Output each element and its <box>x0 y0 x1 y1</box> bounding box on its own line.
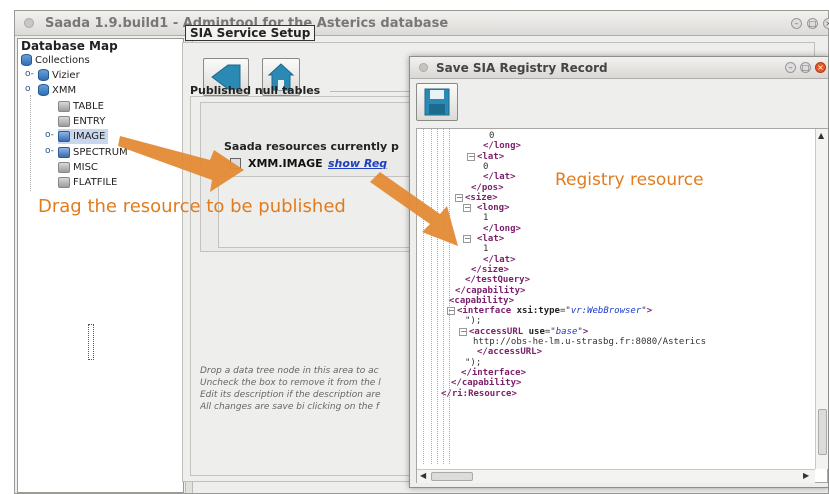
save-registry-dialog: Save SIA Registry Record – □ × 0 </long> <… <box>409 56 829 488</box>
tree-item-label: Collections <box>35 55 90 66</box>
tree-guide-line <box>449 129 450 464</box>
table-icon <box>58 115 70 127</box>
scroll-up-icon[interactable]: ▲ <box>818 131 824 140</box>
tree-item-entry[interactable]: ENTRY <box>58 114 105 129</box>
xml-line: </accessURL> <box>477 347 543 358</box>
scroll-right-icon[interactable]: ▶ <box>803 471 809 480</box>
expand-toggle-icon[interactable]: o- <box>45 130 54 140</box>
xml-line: </ri:Resource> <box>441 388 517 399</box>
tree-item-flatfile[interactable]: FLATFILE <box>58 175 117 190</box>
resources-label: Saada resources currently p <box>224 140 399 153</box>
tree-item-label: FLATFILE <box>73 177 118 188</box>
scroll-thumb[interactable] <box>431 472 473 481</box>
vertical-scrollbar[interactable]: ▲ <box>815 129 828 469</box>
expand-toggle-icon[interactable]: o- <box>25 69 34 79</box>
publish-checkbox[interactable] <box>230 158 241 169</box>
collapse-toggle-icon[interactable]: − <box>455 193 463 202</box>
tree-item-label: ENTRY <box>73 116 106 127</box>
tree-item-label: IMAGE <box>73 131 106 142</box>
scroll-left-icon[interactable]: ◀ <box>420 471 426 480</box>
close-icon[interactable]: × <box>815 62 826 73</box>
title-bar[interactable]: Saada 1.9.build1 - Admintool for the Ast… <box>15 11 829 36</box>
database-map-header: Database Map <box>21 39 118 53</box>
help-line: Edit its description if the description … <box>200 390 381 400</box>
collapse-toggle-icon[interactable]: o <box>25 84 31 94</box>
screen: { "window":{"title":"Saada 1.9.build1 - … <box>0 0 829 494</box>
tab-sia-service-setup[interactable]: SIA Service Setup <box>185 25 316 41</box>
maximize-icon[interactable]: □ <box>800 62 811 73</box>
annotation-registry-resource: Registry resource <box>555 170 704 190</box>
tree-guide-line <box>437 129 438 464</box>
floppy-disk-icon <box>424 88 450 116</box>
collapse-toggle-icon[interactable]: − <box>467 152 475 161</box>
tree-item-label: SPECTRUM <box>73 147 128 158</box>
maximize-icon[interactable]: □ <box>807 18 818 29</box>
minimize-icon[interactable]: – <box>785 62 796 73</box>
tree-guide-line <box>431 129 432 464</box>
drag-handle[interactable] <box>88 324 94 360</box>
close-icon[interactable]: × <box>823 18 829 29</box>
database-icon <box>38 69 49 81</box>
tree-item-label: XMM <box>52 85 77 96</box>
help-line: Drop a data tree node in this area to ac <box>200 366 379 376</box>
dialog-title-bar[interactable]: Save SIA Registry Record – □ × <box>410 57 828 79</box>
resource-name: XMM.IMAGE <box>248 157 323 170</box>
help-text: Drop a data tree node in this area to ac… <box>200 365 410 413</box>
table-icon <box>58 100 70 112</box>
minimize-icon[interactable]: – <box>791 18 802 29</box>
expand-toggle-icon[interactable]: o- <box>45 146 54 156</box>
xml-line: <lat> <box>477 234 505 244</box>
database-map-panel: Database Map Collections o- Vizier o XMM… <box>17 38 184 493</box>
tree-item-label: Vizier <box>52 70 80 81</box>
table-icon <box>58 176 70 188</box>
tree-item-collections[interactable]: Collections <box>21 53 90 68</box>
tree-item-xmm[interactable]: XMM <box>38 83 76 98</box>
resource-row[interactable]: XMM.IMAGE show Req <box>230 157 410 173</box>
table-icon <box>58 146 70 158</box>
tree-item-image[interactable]: IMAGE <box>58 129 109 144</box>
help-line: All changes are save bi clicking on the … <box>200 402 380 412</box>
collapse-toggle-icon[interactable]: − <box>459 327 467 336</box>
xml-line: <interface xsi:type="vr:WebBrowser"> <box>457 306 653 317</box>
tree-item-vizier[interactable]: Vizier <box>38 68 80 83</box>
horizontal-scrollbar[interactable]: ◀ ▶ <box>417 469 815 483</box>
tree-guide-line <box>443 129 444 464</box>
help-line: Uncheck the box to remove it from the l <box>200 378 381 388</box>
xml-line: <long> <box>477 203 510 214</box>
tree-item-table[interactable]: TABLE <box>58 99 104 114</box>
database-icon <box>38 84 49 96</box>
tree-item-label: TABLE <box>73 101 104 112</box>
save-button[interactable] <box>416 83 458 121</box>
annotation-drag-instruction: Drag the resource to be published <box>38 196 346 217</box>
window-menu-icon[interactable] <box>24 18 34 28</box>
tree-guide-line <box>423 129 424 464</box>
collapse-toggle-icon[interactable]: − <box>463 235 471 243</box>
separator <box>330 91 410 92</box>
dialog-menu-icon[interactable] <box>419 63 428 72</box>
table-icon <box>58 130 70 142</box>
collapse-toggle-icon[interactable]: − <box>463 204 471 213</box>
dialog-title: Save SIA Registry Record <box>436 61 608 75</box>
database-icon <box>21 54 32 66</box>
xml-line: <lat> <box>477 151 505 162</box>
tree-item-label: MISC <box>73 162 98 173</box>
table-icon <box>58 161 70 173</box>
tree-item-spectrum[interactable]: SPECTRUM <box>58 145 128 160</box>
tree-item-misc[interactable]: MISC <box>58 160 98 175</box>
scroll-thumb[interactable] <box>818 409 827 455</box>
show-request-link[interactable]: show Req <box>328 157 387 170</box>
